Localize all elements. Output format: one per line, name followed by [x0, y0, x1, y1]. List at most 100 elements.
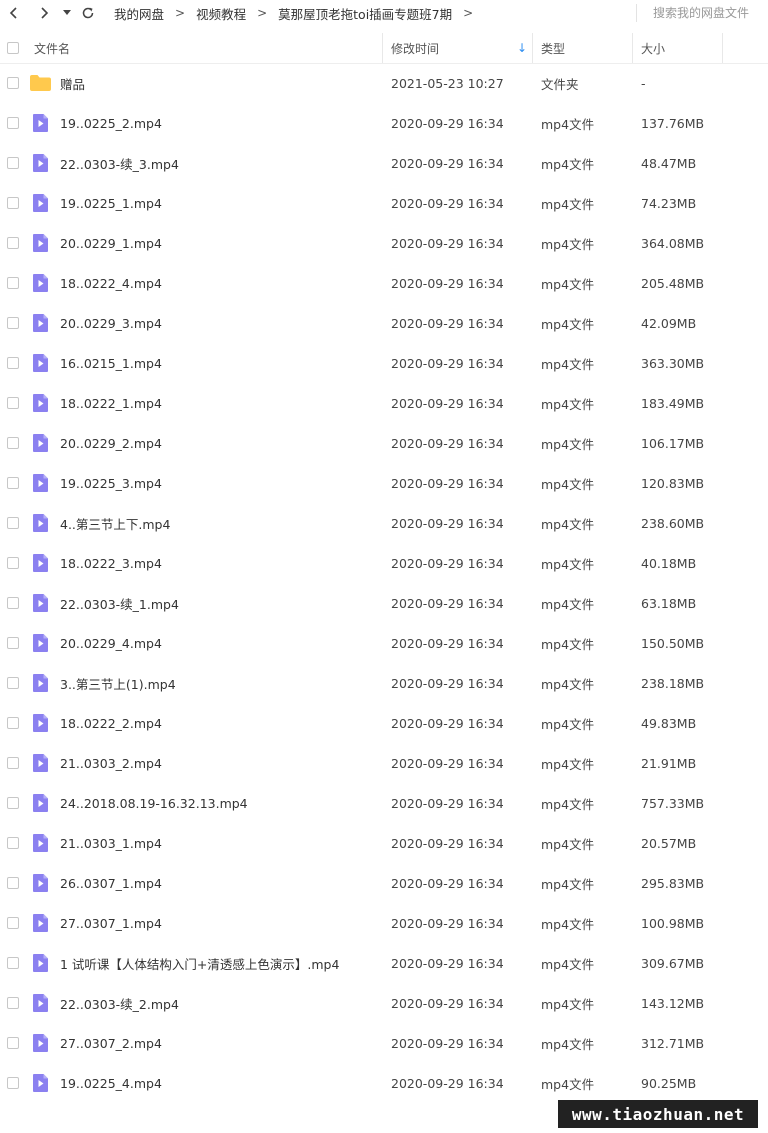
row-checkbox[interactable]	[7, 317, 19, 329]
sort-desc-icon[interactable]: ↓	[517, 41, 527, 55]
file-name[interactable]: 1 试听课【人体结构入门+清透感上色演示】.mp4	[60, 943, 339, 983]
file-row[interactable]: 22..0303-续_1.mp4 2020-09-29 16:34 mp4文件 63.…	[0, 583, 768, 623]
row-checkbox[interactable]	[7, 197, 19, 209]
row-checkbox[interactable]	[7, 477, 19, 489]
file-row[interactable]: 16..0215_1.mp4 2020-09-29 16:34 mp4文件 363.3…	[0, 343, 768, 383]
file-name[interactable]: 27..0307_1.mp4	[60, 903, 162, 943]
file-row[interactable]: 18..0222_3.mp4 2020-09-29 16:34 mp4文件 40.18…	[0, 543, 768, 583]
file-name[interactable]: 21..0303_1.mp4	[60, 823, 162, 863]
row-checkbox[interactable]	[7, 77, 19, 89]
file-name[interactable]: 18..0222_2.mp4	[60, 703, 162, 743]
column-header-type[interactable]: 类型	[541, 33, 631, 63]
row-checkbox[interactable]	[7, 277, 19, 289]
row-checkbox[interactable]	[7, 837, 19, 849]
file-name[interactable]: 22..0303-续_1.mp4	[60, 583, 179, 623]
row-checkbox[interactable]	[7, 157, 19, 169]
file-row[interactable]: 24..2018.08.19-16.32.13.mp4 2020-09-29 16…	[0, 783, 768, 823]
file-size: 42.09MB	[641, 315, 697, 331]
row-checkbox[interactable]	[7, 917, 19, 929]
search-input[interactable]	[636, 4, 766, 22]
row-checkbox[interactable]	[7, 437, 19, 449]
file-name[interactable]: 19..0225_1.mp4	[60, 183, 162, 223]
file-row[interactable]: 18..0222_2.mp4 2020-09-29 16:34 mp4文件 49.83…	[0, 703, 768, 743]
row-checkbox[interactable]	[7, 877, 19, 889]
file-row[interactable]: 18..0222_4.mp4 2020-09-29 16:34 mp4文件 205.4…	[0, 263, 768, 303]
file-row[interactable]: 19..0225_1.mp4 2020-09-29 16:34 mp4文件 74.23…	[0, 183, 768, 223]
row-checkbox[interactable]	[7, 397, 19, 409]
forward-button[interactable]	[34, 3, 54, 23]
column-divider[interactable]	[632, 33, 633, 63]
file-size: 312.71MB	[641, 1035, 705, 1051]
file-name[interactable]: 22..0303-续_3.mp4	[60, 143, 179, 183]
row-checkbox[interactable]	[7, 957, 19, 969]
file-row[interactable]: 20..0229_3.mp4 2020-09-29 16:34 mp4文件 42.09…	[0, 303, 768, 343]
file-name[interactable]: 20..0229_3.mp4	[60, 303, 162, 343]
row-checkbox[interactable]	[7, 557, 19, 569]
file-row[interactable]: 20..0229_4.mp4 2020-09-29 16:34 mp4文件 150.5…	[0, 623, 768, 663]
row-checkbox[interactable]	[7, 357, 19, 369]
file-row[interactable]: 18..0222_1.mp4 2020-09-29 16:34 mp4文件 183.4…	[0, 383, 768, 423]
file-row[interactable]: 1 试听课【人体结构入门+清透感上色演示】.mp4 2020-09-29 16:3…	[0, 943, 768, 983]
row-checkbox[interactable]	[7, 717, 19, 729]
row-checkbox[interactable]	[7, 637, 19, 649]
column-divider[interactable]	[722, 33, 723, 63]
column-header-name[interactable]: 文件名	[34, 33, 381, 63]
column-header-size[interactable]: 大小	[641, 33, 721, 63]
file-row[interactable]: 赠品 2021-05-23 10:27 文件夹 -	[0, 63, 768, 103]
row-checkbox[interactable]	[7, 1077, 19, 1089]
column-header-mtime[interactable]: 修改时间	[391, 33, 531, 63]
file-name[interactable]: 22..0303-续_2.mp4	[60, 983, 179, 1023]
back-button[interactable]	[4, 3, 24, 23]
file-name[interactable]: 19..0225_4.mp4	[60, 1063, 162, 1103]
file-name[interactable]: 3..第三节上(1).mp4	[60, 663, 176, 703]
row-checkbox[interactable]	[7, 237, 19, 249]
file-name[interactable]: 18..0222_1.mp4	[60, 383, 162, 423]
row-checkbox[interactable]	[7, 677, 19, 689]
history-dropdown-button[interactable]	[58, 3, 76, 23]
row-checkbox[interactable]	[7, 997, 19, 1009]
file-row[interactable]: 20..0229_2.mp4 2020-09-29 16:34 mp4文件 106.1…	[0, 423, 768, 463]
file-name[interactable]: 20..0229_1.mp4	[60, 223, 162, 263]
file-row[interactable]: 21..0303_2.mp4 2020-09-29 16:34 mp4文件 21.91…	[0, 743, 768, 783]
file-row[interactable]: 19..0225_2.mp4 2020-09-29 16:34 mp4文件 137.7…	[0, 103, 768, 143]
file-modified-time: 2020-09-29 16:34	[391, 435, 504, 451]
breadcrumb-item-current-folder[interactable]: 莫那屋顶老拖toi插画专题班7期	[272, 4, 458, 23]
row-checkbox[interactable]	[7, 797, 19, 809]
file-row[interactable]: 27..0307_2.mp4 2020-09-29 16:34 mp4文件 312.7…	[0, 1023, 768, 1063]
file-name[interactable]: 18..0222_4.mp4	[60, 263, 162, 303]
file-row[interactable]: 27..0307_1.mp4 2020-09-29 16:34 mp4文件 100.9…	[0, 903, 768, 943]
file-name[interactable]: 27..0307_2.mp4	[60, 1023, 162, 1063]
file-row[interactable]: 22..0303-续_3.mp4 2020-09-29 16:34 mp4文件 48.…	[0, 143, 768, 183]
file-name[interactable]: 20..0229_4.mp4	[60, 623, 162, 663]
column-divider[interactable]	[532, 33, 533, 63]
breadcrumb-item-video-tutorials[interactable]: 视频教程	[190, 4, 252, 23]
row-checkbox[interactable]	[7, 117, 19, 129]
breadcrumb-item-my-disk[interactable]: 我的网盘	[108, 4, 170, 23]
file-row[interactable]: 4..第三节上下.mp4 2020-09-29 16:34 mp4文件 238.60M…	[0, 503, 768, 543]
column-divider[interactable]	[382, 33, 383, 63]
file-row[interactable]: 3..第三节上(1).mp4 2020-09-29 16:34 mp4文件 238.1…	[0, 663, 768, 703]
file-row[interactable]: 19..0225_3.mp4 2020-09-29 16:34 mp4文件 120.8…	[0, 463, 768, 503]
file-name[interactable]: 4..第三节上下.mp4	[60, 503, 170, 543]
file-row[interactable]: 21..0303_1.mp4 2020-09-29 16:34 mp4文件 20.57…	[0, 823, 768, 863]
file-row[interactable]: 19..0225_4.mp4 2020-09-29 16:34 mp4文件 90.25…	[0, 1063, 768, 1103]
file-name[interactable]: 21..0303_2.mp4	[60, 743, 162, 783]
file-name[interactable]: 26..0307_1.mp4	[60, 863, 162, 903]
row-checkbox[interactable]	[7, 597, 19, 609]
video-file-icon	[33, 274, 48, 292]
file-name[interactable]: 赠品	[60, 63, 85, 103]
file-row[interactable]: 26..0307_1.mp4 2020-09-29 16:34 mp4文件 295.8…	[0, 863, 768, 903]
file-name[interactable]: 19..0225_3.mp4	[60, 463, 162, 503]
file-row[interactable]: 22..0303-续_2.mp4 2020-09-29 16:34 mp4文件 143…	[0, 983, 768, 1023]
select-all-checkbox[interactable]	[7, 42, 19, 54]
file-name[interactable]: 20..0229_2.mp4	[60, 423, 162, 463]
file-name[interactable]: 24..2018.08.19-16.32.13.mp4	[60, 783, 248, 823]
file-row[interactable]: 20..0229_1.mp4 2020-09-29 16:34 mp4文件 364.0…	[0, 223, 768, 263]
file-name[interactable]: 18..0222_3.mp4	[60, 543, 162, 583]
file-name[interactable]: 19..0225_2.mp4	[60, 103, 162, 143]
refresh-button[interactable]	[78, 3, 98, 23]
row-checkbox[interactable]	[7, 1037, 19, 1049]
file-name[interactable]: 16..0215_1.mp4	[60, 343, 162, 383]
row-checkbox[interactable]	[7, 757, 19, 769]
row-checkbox[interactable]	[7, 517, 19, 529]
